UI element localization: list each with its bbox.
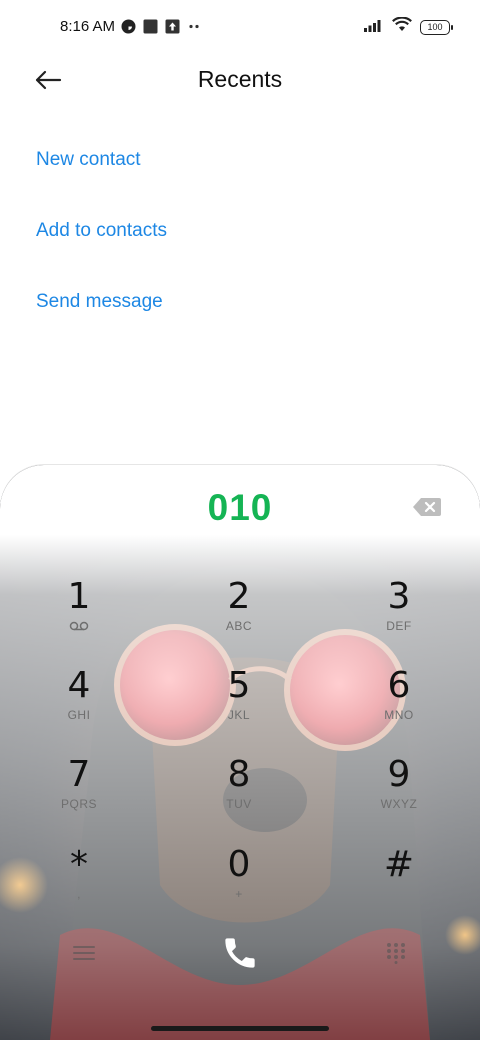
- battery-indicator: 100: [420, 19, 453, 35]
- status-bar: 8:16 AM 100: [0, 0, 480, 56]
- key-digit: 5: [227, 665, 251, 706]
- dialed-number: 010: [207, 487, 273, 528]
- call-button[interactable]: [216, 931, 264, 979]
- actions-list: New contact Add to contacts Send message: [36, 146, 167, 359]
- key-digit: 9: [387, 754, 411, 795]
- key-5[interactable]: 5 JKL: [179, 666, 299, 746]
- key-digit: 0: [227, 844, 251, 885]
- key-4[interactable]: 4 GHI: [19, 666, 139, 746]
- status-left-icons: [121, 19, 202, 34]
- key-digit: 2: [227, 576, 251, 617]
- key-letters: DEF: [386, 619, 412, 633]
- menu-button[interactable]: [64, 935, 104, 975]
- key-digit: 8: [227, 754, 251, 795]
- key-6[interactable]: 6 MNO: [339, 666, 459, 746]
- key-letters: ,: [77, 887, 81, 901]
- send-message-link[interactable]: Send message: [36, 288, 167, 359]
- new-contact-link[interactable]: New contact: [36, 146, 167, 217]
- key-letters: MNO: [384, 708, 414, 722]
- key-letters: TUV: [226, 797, 252, 811]
- key-digit: 6: [387, 665, 411, 706]
- signal-icon: [364, 18, 384, 37]
- page-title: Recents: [197, 66, 283, 92]
- key-0[interactable]: 0 +: [179, 845, 299, 925]
- key-2[interactable]: 2 ABC: [179, 577, 299, 657]
- key-hash[interactable]: #: [339, 845, 459, 925]
- home-indicator[interactable]: [151, 1026, 329, 1031]
- key-8[interactable]: 8 TUV: [179, 755, 299, 835]
- key-letters: JKL: [227, 708, 251, 722]
- key-9[interactable]: 9 WXYZ: [339, 755, 459, 835]
- upload-icon: [165, 19, 180, 34]
- key-letters: GHI: [67, 708, 91, 722]
- voicemail-icon: [19, 619, 139, 635]
- compass-icon: [121, 19, 136, 34]
- key-letters: WXYZ: [380, 797, 418, 811]
- key-digit: 7: [67, 754, 91, 795]
- menu-icon: [73, 945, 95, 966]
- backspace-button[interactable]: [413, 497, 441, 517]
- wifi-icon: [392, 16, 412, 37]
- key-1[interactable]: 1: [19, 577, 139, 657]
- status-time: 8:16 AM: [60, 18, 116, 35]
- key-digit: 4: [67, 665, 91, 706]
- backspace-icon: [413, 498, 441, 521]
- key-star[interactable]: * ,: [19, 845, 139, 925]
- dialpad-panel: 010 1 2 ABC 3 DEF 4 GHI 5 JKL 6 MNO 7 PQ…: [0, 465, 480, 1040]
- key-digit: 3: [387, 576, 411, 617]
- key-digit: #: [383, 844, 415, 885]
- call-icon: [221, 934, 259, 977]
- key-digit: *: [70, 844, 88, 885]
- key-letters: +: [235, 887, 243, 901]
- dialpad-toggle-button[interactable]: [376, 935, 416, 975]
- key-7[interactable]: 7 PQRS: [19, 755, 139, 835]
- dialpad-icon: [386, 942, 406, 969]
- key-letters: ABC: [225, 619, 253, 633]
- key-digit: 1: [67, 576, 91, 617]
- key-letters: PQRS: [60, 797, 97, 811]
- add-to-contacts-link[interactable]: Add to contacts: [36, 217, 167, 288]
- square-icon: [143, 19, 158, 34]
- more-dots-icon: [187, 19, 202, 34]
- status-right: 100: [364, 16, 453, 37]
- key-3[interactable]: 3 DEF: [339, 577, 459, 657]
